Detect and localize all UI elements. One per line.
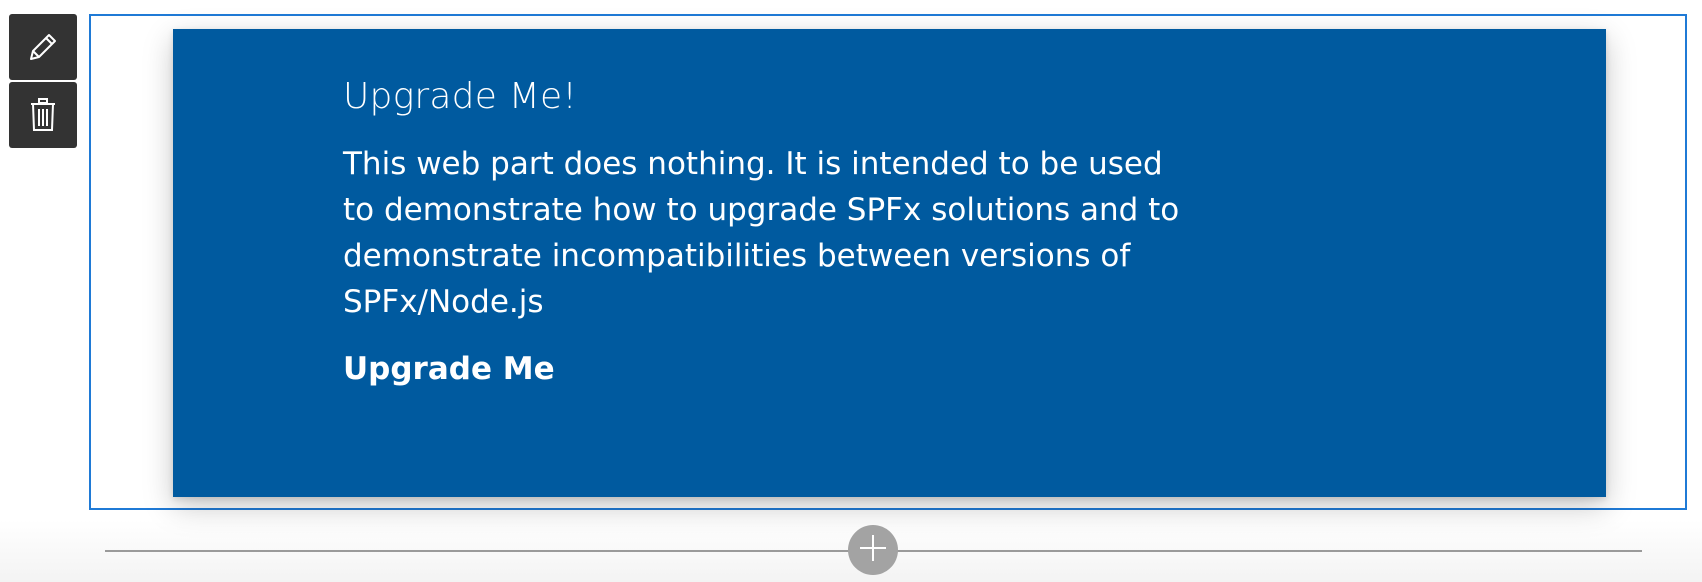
upgrade-me-link[interactable]: Upgrade Me xyxy=(343,349,555,389)
plus-icon xyxy=(858,533,888,567)
webpart-card: Upgrade Me! This web part does nothing. … xyxy=(173,29,1606,497)
webpart-toolbar xyxy=(9,14,77,150)
pencil-icon xyxy=(25,29,61,65)
trash-icon xyxy=(28,97,58,133)
delete-webpart-button[interactable] xyxy=(9,82,77,148)
edit-webpart-button[interactable] xyxy=(9,14,77,80)
webpart-description: This web part does nothing. It is intend… xyxy=(343,146,1180,320)
webpart-content: Upgrade Me! This web part does nothing. … xyxy=(343,75,1193,389)
add-webpart-button[interactable] xyxy=(848,525,898,575)
webpart-title: Upgrade Me! xyxy=(343,76,577,117)
